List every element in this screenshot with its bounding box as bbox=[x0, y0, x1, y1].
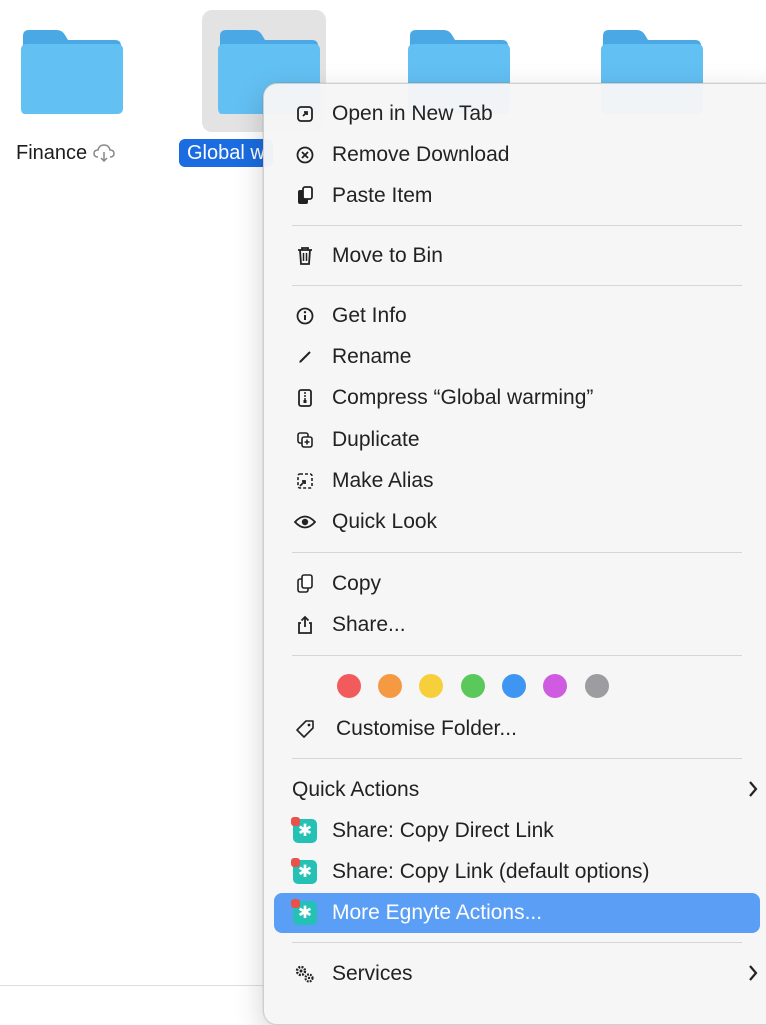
copy-icon bbox=[292, 571, 318, 597]
divider bbox=[0, 985, 263, 986]
menu-item-label: Services bbox=[332, 962, 413, 985]
menu-item-label: Share... bbox=[332, 613, 406, 636]
info-icon bbox=[292, 303, 318, 329]
menu-separator bbox=[292, 758, 742, 759]
menu-item-label: Quick Actions bbox=[292, 778, 420, 801]
menu-item-services[interactable]: Services bbox=[274, 954, 760, 994]
menu-item-share[interactable]: Share... bbox=[274, 605, 760, 645]
menu-separator bbox=[292, 225, 742, 226]
menu-item-copy-direct-link[interactable]: ✱ Share: Copy Direct Link bbox=[274, 811, 760, 851]
tag-orange[interactable] bbox=[378, 674, 402, 698]
menu-item-label: More Egnyte Actions... bbox=[332, 901, 543, 924]
trash-icon bbox=[292, 243, 318, 269]
paste-icon bbox=[292, 183, 318, 209]
tag-yellow[interactable] bbox=[419, 674, 443, 698]
eye-icon bbox=[292, 509, 318, 535]
menu-item-get-info[interactable]: Get Info bbox=[274, 296, 760, 336]
duplicate-icon bbox=[292, 427, 318, 453]
open-in-tab-icon bbox=[292, 101, 318, 127]
menu-item-copy[interactable]: Copy bbox=[274, 564, 760, 604]
menu-item-label: Move to Bin bbox=[332, 244, 443, 267]
folder-icon bbox=[21, 30, 123, 114]
menu-item-label: Make Alias bbox=[332, 469, 434, 492]
chevron-right-icon bbox=[749, 965, 758, 981]
folder-label-finance[interactable]: Finance bbox=[16, 139, 115, 167]
menu-separator bbox=[292, 285, 742, 286]
folder-label-global-warming[interactable]: Global w bbox=[179, 139, 273, 167]
menu-item-make-alias[interactable]: Make Alias bbox=[274, 461, 760, 501]
context-menu: Open in New Tab Remove Download Paste It… bbox=[263, 83, 766, 1025]
folder-finance[interactable] bbox=[5, 10, 129, 132]
menu-item-quick-look[interactable]: Quick Look bbox=[274, 502, 760, 542]
menu-item-compress[interactable]: Compress “Global warming” bbox=[274, 378, 760, 418]
tag-red[interactable] bbox=[337, 674, 361, 698]
cloud-download-icon bbox=[93, 144, 115, 162]
archive-icon bbox=[292, 385, 318, 411]
menu-item-move-to-bin[interactable]: Move to Bin bbox=[274, 236, 760, 276]
egnyte-icon: ✱ bbox=[291, 899, 317, 925]
menu-item-customise-folder[interactable]: Customise Folder... bbox=[274, 709, 760, 749]
menu-item-label: Open in New Tab bbox=[332, 102, 493, 125]
menu-item-copy-link-default[interactable]: ✱ Share: Copy Link (default options) bbox=[274, 852, 760, 892]
menu-item-rename[interactable]: Rename bbox=[274, 337, 760, 377]
menu-item-label: Share: Copy Link (default options) bbox=[332, 860, 650, 883]
menu-item-label: Rename bbox=[332, 345, 412, 368]
menu-item-label: Share: Copy Direct Link bbox=[332, 819, 554, 842]
menu-item-more-egnyte-actions[interactable]: ✱ More Egnyte Actions... bbox=[274, 893, 760, 933]
menu-item-paste-item[interactable]: Paste Item bbox=[274, 176, 760, 216]
menu-item-duplicate[interactable]: Duplicate bbox=[274, 420, 760, 460]
pencil-icon bbox=[292, 344, 318, 370]
tag-grey[interactable] bbox=[585, 674, 609, 698]
tag-icon bbox=[292, 716, 318, 742]
tag-blue[interactable] bbox=[502, 674, 526, 698]
menu-item-label: Duplicate bbox=[332, 428, 420, 451]
menu-item-open-in-new-tab[interactable]: Open in New Tab bbox=[274, 94, 760, 134]
tag-purple[interactable] bbox=[543, 674, 567, 698]
chevron-right-icon bbox=[749, 781, 758, 797]
egnyte-icon: ✱ bbox=[291, 858, 317, 884]
menu-item-label: Remove Download bbox=[332, 143, 510, 166]
menu-separator bbox=[292, 942, 742, 943]
menu-item-label: Get Info bbox=[332, 304, 407, 327]
alias-icon bbox=[292, 468, 318, 494]
menu-item-label: Compress “Global warming” bbox=[332, 386, 594, 409]
egnyte-icon: ✱ bbox=[291, 817, 317, 843]
menu-separator bbox=[292, 655, 742, 656]
tag-green[interactable] bbox=[461, 674, 485, 698]
remove-download-icon bbox=[292, 142, 318, 168]
gears-icon bbox=[292, 961, 318, 987]
menu-item-label: Customise Folder... bbox=[336, 717, 517, 740]
menu-item-label: Copy bbox=[332, 572, 382, 595]
menu-item-remove-download[interactable]: Remove Download bbox=[274, 135, 760, 175]
menu-item-label: Quick Look bbox=[332, 510, 438, 533]
menu-item-quick-actions[interactable]: Quick Actions bbox=[274, 770, 760, 810]
menu-separator bbox=[292, 552, 742, 553]
share-icon bbox=[292, 612, 318, 638]
menu-item-label: Paste Item bbox=[332, 184, 433, 207]
